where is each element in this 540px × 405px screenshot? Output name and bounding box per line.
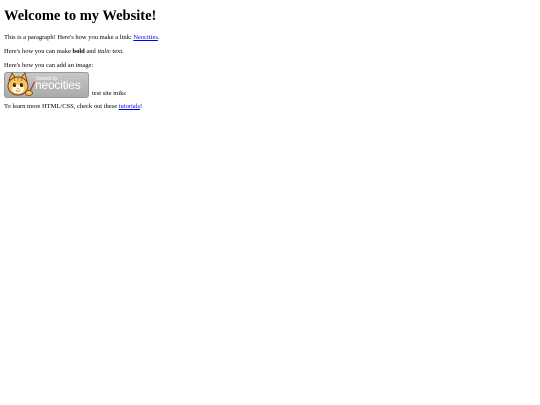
paragraph-tutorials: To learn more HTML/CSS, check out these … [4,102,536,111]
badge-neocities-text: neocities [35,78,81,92]
neocities-badge-image: hosted by neocities [4,72,89,98]
paragraph-link: This is a paragraph! Here's how you make… [4,33,536,42]
page-content: Welcome to my Website! This is a paragra… [0,0,540,111]
tutorials-link[interactable]: tutorials [119,103,140,110]
paragraph-image: hosted by neocities test site miks [4,72,536,98]
paragraph-link-end: . [157,34,160,41]
tutorials-text: To learn more HTML/CSS, check out these [4,103,119,110]
italic-text: italic [97,48,111,55]
neocities-cat-icon [7,72,36,96]
tutorials-text-end: ! [140,103,143,110]
neocities-link[interactable]: Neocities [133,34,158,41]
bold-text: bold [72,48,85,55]
formatting-text-1: Here's how you can make [4,48,73,55]
formatting-text-2: and [84,48,98,55]
paragraph-formatting: Here's how you can make bold and italic … [4,47,536,56]
paragraph-image-intro: Here's how you can add an image: [4,62,94,69]
paragraph-link-text: This is a paragraph! Here's how you make… [4,34,134,41]
image-caption: test site miks [92,90,126,97]
formatting-text-3: text. [110,48,124,55]
page-title: Welcome to my Website! [4,8,157,24]
